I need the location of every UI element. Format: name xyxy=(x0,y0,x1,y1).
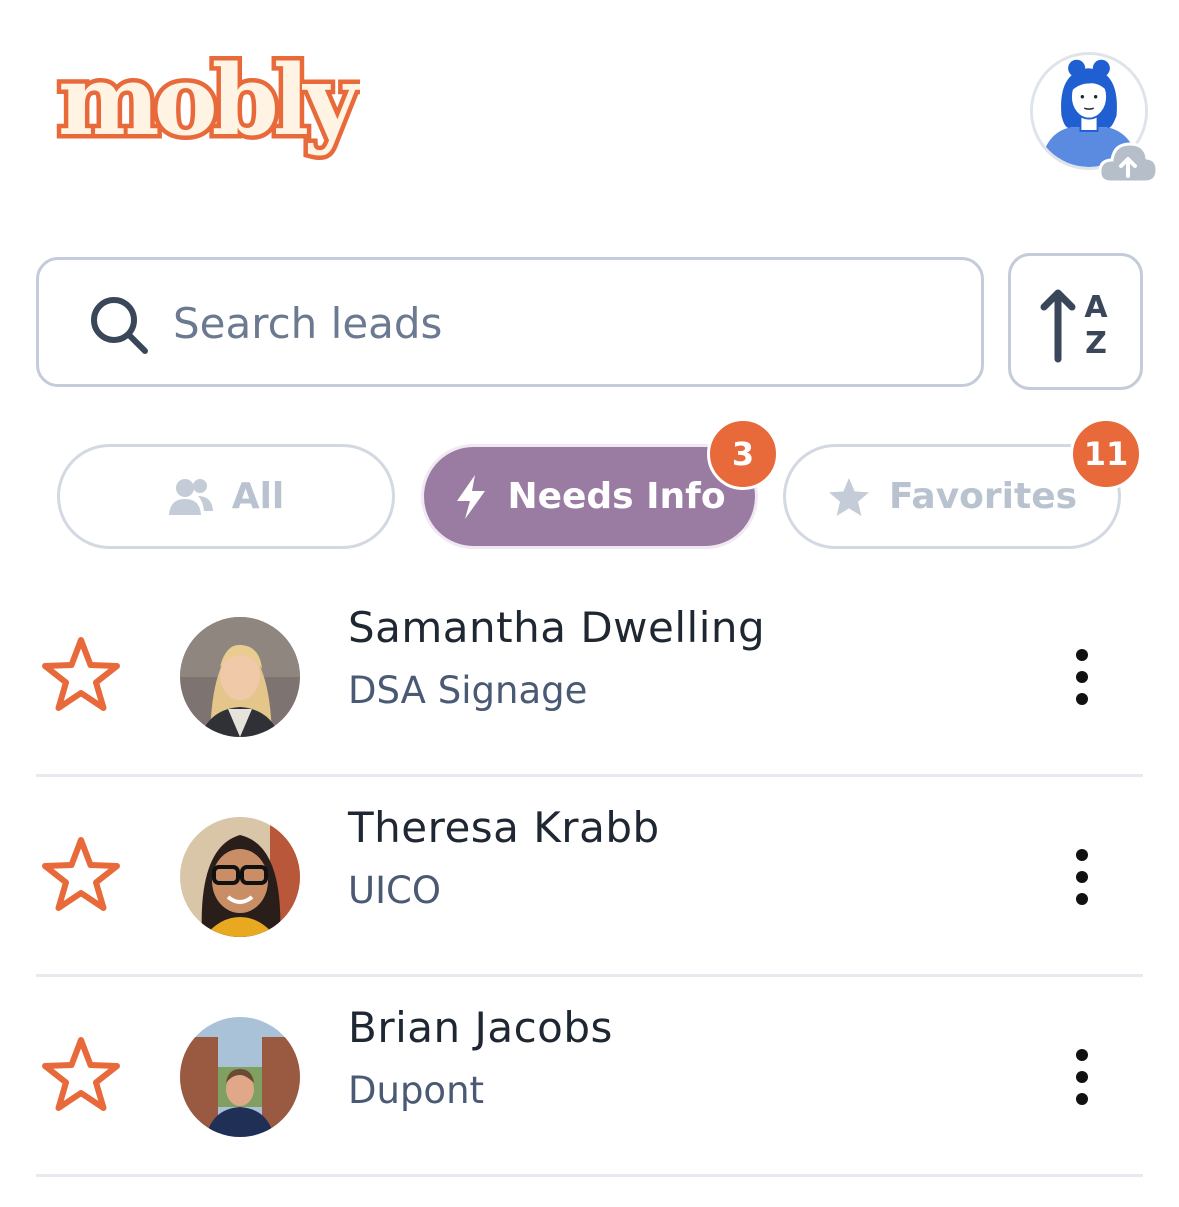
person-photo-icon xyxy=(180,617,300,737)
more-options-icon[interactable] xyxy=(1064,645,1100,709)
search-input[interactable] xyxy=(173,286,953,360)
svg-text:Z: Z xyxy=(1085,326,1107,361)
row-divider xyxy=(36,1174,1143,1177)
lead-avatar xyxy=(180,1017,300,1137)
upload-badge[interactable] xyxy=(1097,138,1159,186)
filter-all-label: All xyxy=(231,476,285,517)
lead-company: Dupont xyxy=(348,1069,485,1112)
favorite-star-icon[interactable] xyxy=(38,1034,124,1120)
favorite-star-icon[interactable] xyxy=(38,834,124,920)
lead-avatar xyxy=(180,617,300,737)
sort-button[interactable]: A Z xyxy=(1008,253,1143,390)
sort-alpha-asc-icon: A Z xyxy=(1040,289,1108,363)
lightning-icon xyxy=(457,474,486,519)
lead-avatar xyxy=(180,817,300,937)
cloud-upload-icon xyxy=(1098,142,1159,184)
more-options-icon[interactable] xyxy=(1064,845,1100,909)
favorite-star-icon[interactable] xyxy=(38,634,124,720)
needs-info-count-badge: 3 xyxy=(707,418,779,490)
more-options-icon[interactable] xyxy=(1064,1045,1100,1109)
filter-favorites-label: Favorites xyxy=(888,476,1078,517)
logo-text: mobly xyxy=(58,48,360,157)
star-icon xyxy=(828,477,869,516)
search-box[interactable] xyxy=(36,257,984,387)
users-icon xyxy=(168,478,213,515)
lead-name: Theresa Krabb xyxy=(348,803,660,852)
filter-needs-info-label: Needs Info xyxy=(507,476,726,517)
filter-all[interactable]: All xyxy=(57,444,395,549)
lead-row[interactable]: Theresa Krabb UICO xyxy=(36,777,1143,977)
lead-row[interactable]: Samantha Dwelling DSA Signage xyxy=(36,577,1143,777)
lead-company: UICO xyxy=(348,869,441,912)
lead-company: DSA Signage xyxy=(348,669,588,712)
lead-row[interactable]: Brian Jacobs Dupont xyxy=(36,977,1143,1177)
lead-name: Brian Jacobs xyxy=(348,1003,613,1052)
svg-text:A: A xyxy=(1084,290,1108,325)
search-icon xyxy=(91,297,148,354)
person-photo-icon xyxy=(180,817,300,937)
favorites-count-badge: 11 xyxy=(1070,418,1142,490)
mobly-logo: mobly xyxy=(50,40,373,172)
person-photo-icon xyxy=(180,1017,300,1137)
lead-name: Samantha Dwelling xyxy=(348,603,766,652)
